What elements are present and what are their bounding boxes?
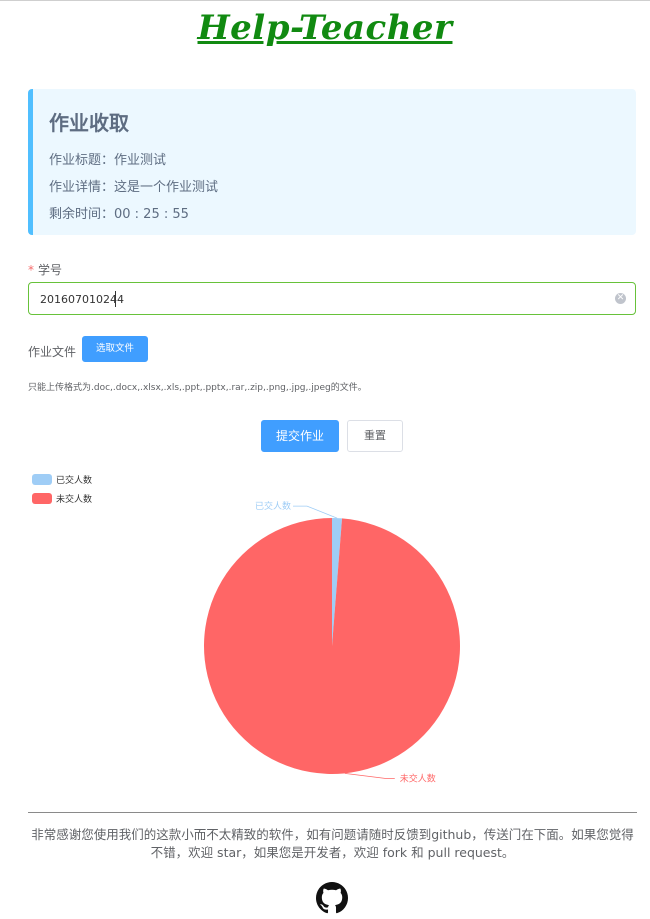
file-label: 作业文件: [28, 345, 77, 359]
assignment-detail: 作业详情：这是一个作业测试: [49, 180, 219, 195]
footer-message: 非常感谢您使用我们的这款小而不太精致的软件，如有问题请随时反馈到github，传…: [31, 827, 634, 860]
assignment-info-card: 作业收取 作业标题：作业测试 作业详情：这是一个作业测试 剩余时间：00 : 2…: [28, 89, 636, 235]
remaining-time: 剩余时间：00 : 25 : 55: [49, 207, 189, 222]
leader-line-unsubmitted: [344, 772, 395, 779]
file-format-tip: 只能上传格式为.doc,.docx,.xlsx,.xls,.ppt,.pptx,…: [28, 383, 367, 393]
required-mark: *: [28, 263, 34, 277]
pie-label-unsubmitted: 未交人数: [400, 772, 436, 784]
select-file-button[interactable]: 选取文件: [82, 336, 148, 362]
pie-slice-unsubmitted[interactable]: [203, 518, 460, 774]
reset-button[interactable]: 重置: [347, 420, 403, 452]
footer-divider: [28, 812, 637, 813]
submission-pie-chart: 已交人数未交人数: [203, 500, 460, 784]
text-caret: [115, 291, 116, 307]
student-id-label: * 学号: [28, 261, 62, 278]
student-id-label-text: 学号: [38, 263, 63, 277]
assignment-title: 作业标题：作业测试: [49, 153, 167, 168]
clear-icon[interactable]: ✕: [615, 293, 626, 304]
github-icon[interactable]: [316, 882, 348, 914]
top-border: [0, 0, 650, 1]
pie-label-submitted: 已交人数: [255, 500, 291, 512]
student-id-input[interactable]: [40, 290, 600, 308]
assignment-heading: 作业收取: [49, 111, 129, 135]
leader-line-submitted: [293, 505, 338, 519]
submit-button[interactable]: 提交作业: [261, 420, 339, 452]
student-id-field[interactable]: ✕: [28, 282, 636, 315]
site-title[interactable]: Help-Teacher: [0, 8, 650, 48]
